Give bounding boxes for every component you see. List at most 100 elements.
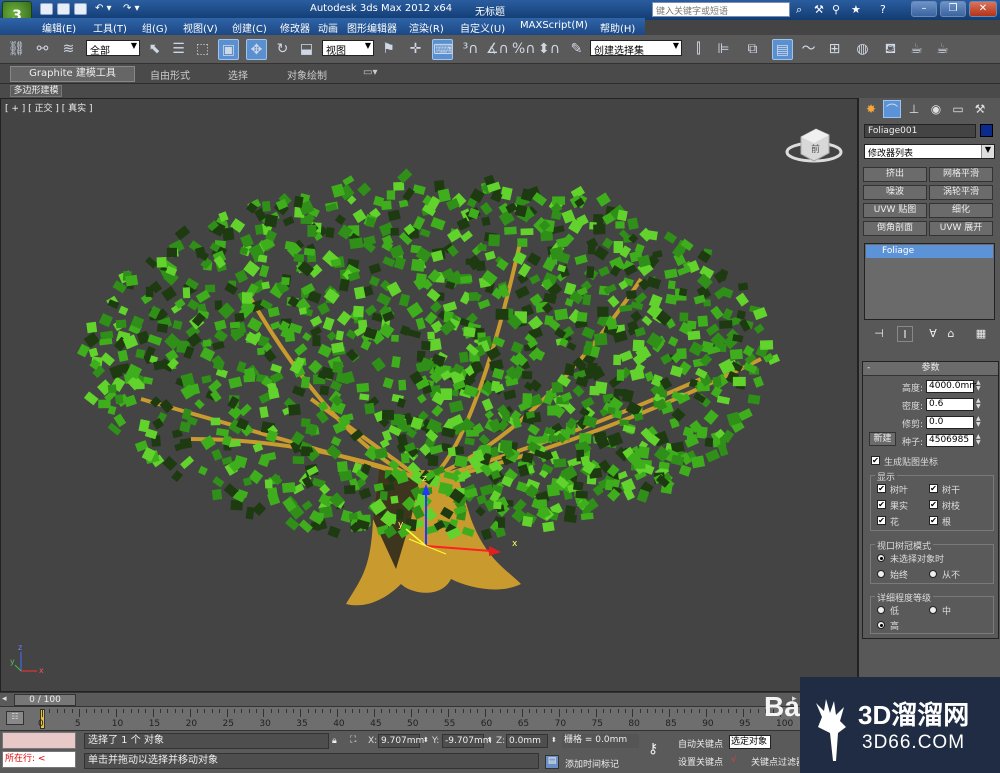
create-tab-icon[interactable]: ✸	[862, 100, 880, 118]
set-key-button[interactable]: 设置关键点	[678, 755, 723, 768]
selection-filter-dropdown[interactable]: 全部 ▼	[86, 40, 140, 56]
keyboard-shortcut-override-icon[interactable]: ⌨	[432, 39, 453, 60]
key-filter-icon[interactable]: √	[731, 755, 737, 765]
modifier-list-dropdown[interactable]: 修改器列表 ▼	[864, 144, 995, 159]
new-seed-button[interactable]: 新建	[869, 432, 896, 446]
parameters-rollout-title[interactable]: - 参数	[863, 362, 998, 376]
z-coord-input[interactable]: 0.0mm	[506, 734, 548, 748]
lod-medium-radio[interactable]	[929, 606, 937, 614]
noise-button[interactable]: 噪波	[863, 185, 927, 200]
bevel-profile-button[interactable]: 倒角剖面	[863, 221, 927, 236]
rendered-frame-icon[interactable]: ☕	[906, 39, 927, 60]
menu-rendering[interactable]: 渲染(R)	[409, 20, 444, 35]
tessellate-button[interactable]: 细化	[929, 203, 993, 218]
lock-selection-icon[interactable]: 🔒︎	[332, 736, 337, 746]
track-bar[interactable]: ☷ 0 5 10 15 20 25 30 35 40 45 50 55 60 65 70 75 80 85 90 95…	[0, 706, 800, 730]
time-slider[interactable]: 0 / 100 ◂ ▸	[0, 692, 800, 706]
close-button[interactable]: ✕	[969, 1, 997, 17]
angle-snap-icon[interactable]: ∡∩	[486, 39, 509, 60]
uvw-map-button[interactable]: UVW 贴图	[863, 203, 927, 218]
window-crossing-icon[interactable]: ▣	[218, 39, 239, 60]
render-setup-icon[interactable]: ⛾	[880, 39, 901, 60]
foliage-tree[interactable]	[77, 168, 780, 606]
canopy-always-radio[interactable]	[877, 570, 885, 578]
menu-modifiers[interactable]: 修改器	[280, 20, 310, 35]
snaps-toggle-icon[interactable]: ³∩	[460, 39, 481, 60]
menu-customize[interactable]: 自定义(U)	[460, 20, 505, 35]
lod-high-radio[interactable]	[877, 621, 885, 629]
render-production-icon[interactable]: ☕	[932, 39, 953, 60]
density-spinner-arrows[interactable]: ▲ ▼	[976, 398, 983, 411]
graphite-toggle-icon[interactable]: ▤	[772, 39, 793, 60]
viewport-label[interactable]: [ + ] [ 正交 ] [ 真实 ]	[5, 101, 93, 114]
help-icon[interactable]: ?	[880, 3, 886, 16]
select-object-icon[interactable]: ⬉	[144, 39, 165, 60]
named-selection-dropdown[interactable]: 创建选择集 ▼	[590, 40, 682, 56]
object-color-swatch[interactable]	[980, 124, 993, 137]
unwrap-uvw-button[interactable]: UVW 展开	[929, 221, 993, 236]
leaves-checkbox[interactable]: ✔	[877, 484, 886, 493]
hierarchy-tab-icon[interactable]: ⊥	[905, 100, 923, 118]
key-filters-button[interactable]: 关键点过滤器...	[751, 755, 799, 768]
reference-coordinate-dropdown[interactable]: 视图 ▼	[322, 40, 374, 56]
unlink-icon[interactable]: ⚯	[32, 39, 53, 60]
polygon-modeling-panel[interactable]: 多边形建模	[10, 85, 62, 97]
extrude-button[interactable]: 挤出	[863, 167, 927, 182]
select-by-name-icon[interactable]: ☰	[168, 39, 189, 60]
set-key-icon[interactable]: ⚷	[648, 741, 658, 757]
display-tab-icon[interactable]: ▭	[949, 100, 967, 118]
y-coord-input[interactable]: -9.707mm	[442, 734, 492, 748]
link-icon[interactable]: ⛓	[6, 39, 27, 60]
restore-button[interactable]: ❐	[940, 1, 966, 17]
new-file-icon[interactable]	[40, 3, 53, 15]
modify-tab-icon[interactable]: ⌒	[883, 100, 901, 118]
redo-icon[interactable]: ↷ ▾	[123, 3, 140, 14]
lod-low-radio[interactable]	[877, 606, 885, 614]
object-name-input[interactable]: Foliage001	[864, 124, 976, 138]
menu-tools[interactable]: 工具(T)	[93, 20, 127, 35]
undo-icon[interactable]: ↶ ▾	[95, 3, 112, 14]
tab-graphite-modeling[interactable]: Graphite 建模工具	[10, 66, 135, 82]
stack-item-foliage[interactable]: Foliage	[866, 245, 993, 258]
transform-mode-icon[interactable]: ⛶	[350, 735, 356, 745]
gen-map-coords-checkbox[interactable]: ✔	[871, 456, 880, 465]
open-file-icon[interactable]	[57, 3, 70, 15]
layer-manager-icon[interactable]: ⧉	[742, 39, 763, 60]
time-tag-icon[interactable]: ▤	[545, 755, 559, 769]
meshsmooth-button[interactable]: 网格平滑	[929, 167, 993, 182]
y-spinner-icon[interactable]: ⬍	[487, 736, 493, 744]
favorites-icon[interactable]: ★	[851, 3, 861, 16]
tab-freeform[interactable]: 自由形式	[150, 67, 190, 82]
communication-icon[interactable]: ⚒	[814, 3, 824, 16]
branches-checkbox[interactable]: ✔	[929, 500, 938, 509]
mirror-icon[interactable]: ⫿	[688, 39, 709, 60]
minimize-button[interactable]: –	[911, 1, 937, 17]
select-rotate-icon[interactable]: ↻	[272, 39, 293, 60]
z-spinner-icon[interactable]: ⬍	[551, 736, 557, 744]
edit-named-selection-icon[interactable]: ✎	[566, 39, 587, 60]
ribbon-options-icon[interactable]: ▭▾	[363, 67, 377, 78]
spinner-snap-icon[interactable]: ⬍∩	[538, 39, 560, 60]
search-input[interactable]: 键入关键字或短语	[652, 2, 790, 17]
percent-snap-icon[interactable]: %∩	[512, 39, 536, 60]
show-end-result-icon[interactable]: I	[897, 326, 913, 342]
x-spinner-icon[interactable]: ⬍	[423, 736, 429, 744]
density-spinner[interactable]: 0.6	[926, 398, 974, 411]
turbosmooth-button[interactable]: 涡轮平滑	[929, 185, 993, 200]
canopy-never-radio[interactable]	[929, 570, 937, 578]
make-unique-icon[interactable]: ∀	[925, 326, 941, 342]
modifier-stack[interactable]: Foliage	[864, 243, 995, 320]
trunk-checkbox[interactable]: ✔	[929, 484, 938, 493]
prune-spinner[interactable]: 0.0	[926, 416, 974, 429]
configure-sets-icon[interactable]: ▦	[973, 326, 989, 342]
add-time-tag-button[interactable]: 添加时间标记	[565, 757, 619, 770]
select-move-icon[interactable]: ✥	[246, 39, 267, 60]
canopy-when-not-selected-radio[interactable]	[877, 554, 885, 562]
maxscript-listener-input[interactable]	[2, 732, 76, 749]
schematic-view-icon[interactable]: ⊞	[824, 39, 845, 60]
utilities-tab-icon[interactable]: ⚒	[971, 100, 989, 118]
perspective-viewport[interactable]: 前 y x z x y z [ + ] [ 正交 ] [ 真实 ]	[0, 98, 858, 692]
prune-spinner-arrows[interactable]: ▲ ▼	[976, 416, 983, 429]
curve-editor-icon[interactable]: 〜	[798, 39, 819, 60]
tab-selection[interactable]: 选择	[228, 67, 248, 82]
